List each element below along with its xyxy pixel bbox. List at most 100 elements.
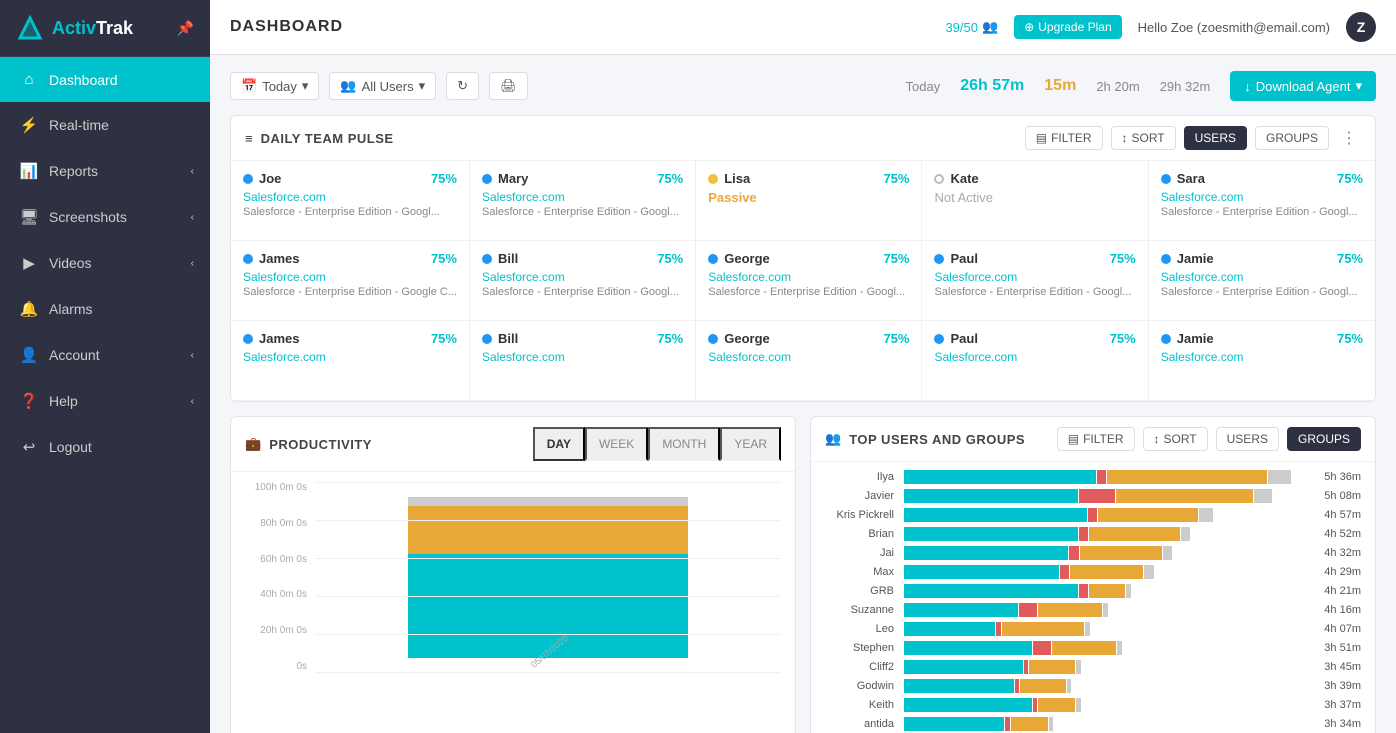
bar-pass	[1089, 584, 1126, 598]
pulse-filter-button[interactable]: ▤ FILTER	[1025, 126, 1103, 150]
user-bar-row: GRB 4h 21m	[825, 584, 1361, 598]
bar-prod	[904, 641, 1032, 655]
pulse-sort-button[interactable]: ↕ SORT	[1111, 126, 1176, 150]
user-bar-bars	[904, 717, 1315, 731]
productivity-chart: 100h 0m 0s 80h 0m 0s 60h 0m 0s 40h 0m 0s…	[231, 472, 795, 733]
bar-pass	[1020, 679, 1066, 693]
bar-prod	[904, 565, 1059, 579]
sidebar-label-help: Help	[49, 393, 78, 409]
pulse-pct: 75%	[431, 171, 457, 186]
top-users-toggle[interactable]: USERS	[1216, 427, 1279, 451]
filter-icon: ▤	[1036, 131, 1047, 145]
grid-line	[315, 672, 781, 673]
pulse-cell: George 75% Salesforce.com Salesforce - E…	[696, 241, 922, 321]
pulse-pct: 75%	[1110, 331, 1136, 346]
user-bar-row: antida 3h 34m	[825, 717, 1361, 731]
bar-undef	[1076, 660, 1081, 674]
user-bar-name: Suzanne	[825, 604, 900, 616]
pulse-user-row: Jamie 75%	[1161, 331, 1363, 346]
pulse-pct: 75%	[883, 171, 909, 186]
upgrade-button[interactable]: ⊕ Upgrade Plan	[1014, 15, 1121, 39]
pulse-users-toggle[interactable]: USERS	[1184, 126, 1247, 150]
sidebar-item-logout[interactable]: ↩ Logout	[0, 424, 210, 470]
pulse-cell: Bill 75% Salesforce.com	[470, 321, 696, 401]
pulse-app-detail: Salesforce - Enterprise Edition - Googl.…	[708, 286, 909, 298]
sidebar-item-videos[interactable]: ▶ Videos ‹	[0, 240, 210, 286]
user-bar-name: GRB	[825, 585, 900, 597]
tab-year[interactable]: YEAR	[720, 427, 781, 461]
top-users-filter-button[interactable]: ▤ FILTER	[1057, 427, 1135, 451]
calendar-icon: 📅	[241, 78, 257, 94]
download-agent-button[interactable]: ↓ Download Agent ▾	[1230, 71, 1376, 101]
pulse-user-row: Lisa 75%	[708, 171, 909, 186]
sidebar-item-realtime[interactable]: ⚡ Real-time	[0, 102, 210, 148]
user-bar-bars	[904, 565, 1315, 579]
tab-month[interactable]: MONTH	[648, 427, 720, 461]
time-summary: Today 26h 57m 15m 2h 20m 29h 32m ↓ Downl…	[906, 71, 1376, 101]
bar-prod	[904, 679, 1014, 693]
pulse-app-link[interactable]: Salesforce.com	[482, 190, 683, 204]
productivity-header: 💼 PRODUCTIVITY DAY WEEK MONTH YEAR	[231, 417, 795, 472]
user-bar-row: Max 4h 29m	[825, 565, 1361, 579]
pulse-cell: Mary 75% Salesforce.com Salesforce - Ent…	[470, 161, 696, 241]
sidebar-item-alarms[interactable]: 🔔 Alarms	[0, 286, 210, 332]
status-dot	[243, 174, 253, 184]
top-users-sort-button[interactable]: ↕ SORT	[1143, 427, 1208, 451]
pulse-app-link[interactable]: Salesforce.com	[1161, 350, 1363, 364]
sidebar-item-help[interactable]: ❓ Help ‹	[0, 378, 210, 424]
pulse-app-link[interactable]: Salesforce.com	[708, 270, 909, 284]
pulse-app-link[interactable]: Salesforce.com	[708, 350, 909, 364]
pulse-app-link[interactable]: Salesforce.com	[243, 270, 457, 284]
pulse-pct: 75%	[1337, 331, 1363, 346]
print-button[interactable]: 🖨	[489, 72, 528, 100]
pulse-app-link[interactable]: Salesforce.com	[482, 270, 683, 284]
pulse-user-name: Paul	[934, 331, 977, 346]
user-bar-row: Suzanne 4h 16m	[825, 603, 1361, 617]
status-dot	[934, 174, 944, 184]
pulse-app-link[interactable]: Salesforce.com	[243, 350, 457, 364]
grid-line	[315, 520, 781, 521]
user-bar-name: Keith	[825, 699, 900, 711]
today-filter[interactable]: 📅 Today ▾	[230, 72, 319, 100]
grid-line	[315, 634, 781, 635]
sidebar-item-screenshots[interactable]: 🖥 Screenshots ‹	[0, 194, 210, 240]
sidebar-item-dashboard[interactable]: ⌂ Dashboard	[0, 57, 210, 102]
user-bar-time: 3h 39m	[1319, 680, 1361, 692]
pulse-pct: 75%	[431, 331, 457, 346]
user-bar-name: Kris Pickrell	[825, 509, 900, 521]
tab-week[interactable]: WEEK	[585, 427, 648, 461]
all-users-filter[interactable]: 👥 All Users ▾	[329, 72, 436, 100]
pulse-app-link[interactable]: Salesforce.com	[482, 350, 683, 364]
more-options-button[interactable]: ⋮	[1337, 128, 1361, 148]
user-bar-bars	[904, 679, 1315, 693]
pulse-groups-toggle[interactable]: GROUPS	[1255, 126, 1329, 150]
pulse-app-link[interactable]: Salesforce.com	[243, 190, 457, 204]
filter-icon2: ▤	[1068, 432, 1079, 446]
refresh-button[interactable]: ↻	[446, 72, 479, 100]
pulse-app-link[interactable]: Salesforce.com	[1161, 190, 1363, 204]
bar-unprod	[1015, 679, 1020, 693]
tab-day[interactable]: DAY	[533, 427, 585, 461]
bar-pass	[1029, 660, 1075, 674]
status-dot	[708, 334, 718, 344]
bar-unprod	[1033, 698, 1038, 712]
user-bar-bars	[904, 622, 1315, 636]
sidebar-item-account[interactable]: 👤 Account ‹	[0, 332, 210, 378]
prod-bar-chart: 100h 0m 0s 80h 0m 0s 60h 0m 0s 40h 0m 0s…	[245, 482, 781, 702]
pin-icon[interactable]: 📌	[177, 20, 194, 37]
sidebar-item-reports[interactable]: 📊 Reports ‹	[0, 148, 210, 194]
logo-text: ActivTrak	[52, 18, 133, 39]
pulse-title: DAILY TEAM PULSE	[261, 131, 394, 146]
sort-icon2: ↕	[1154, 432, 1160, 446]
pulse-user-name: Bill	[482, 251, 518, 266]
bar-unprod	[1069, 546, 1078, 560]
status-dot	[243, 334, 253, 344]
sidebar-label-alarms: Alarms	[49, 301, 93, 317]
pulse-app-link[interactable]: Salesforce.com	[1161, 270, 1363, 284]
pulse-app-link[interactable]: Salesforce.com	[934, 350, 1135, 364]
unproductive-time: 15m	[1044, 77, 1076, 95]
top-groups-toggle[interactable]: GROUPS	[1287, 427, 1361, 451]
home-icon: ⌂	[19, 71, 39, 88]
bar-undef	[1254, 489, 1272, 503]
pulse-app-link[interactable]: Salesforce.com	[934, 270, 1135, 284]
